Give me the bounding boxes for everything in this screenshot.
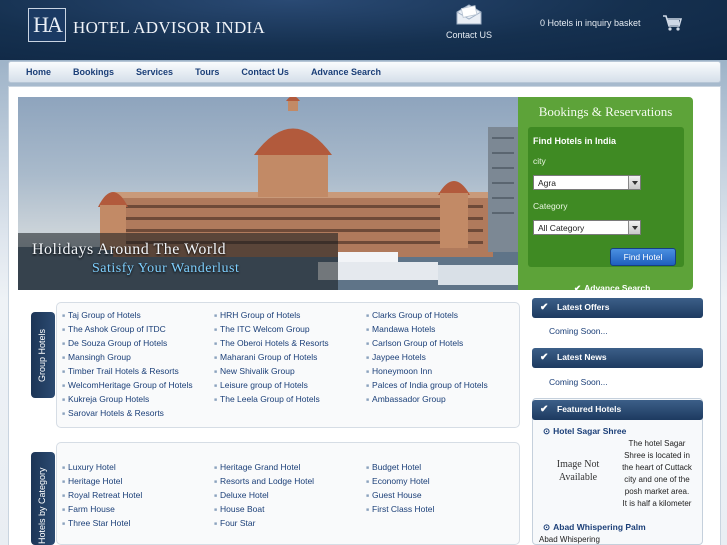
group-link[interactable]: Carlson Group of Hotels: [366, 338, 463, 348]
latest-offers-header[interactable]: ✔ Latest Offers: [532, 298, 703, 318]
booking-title: Bookings & Reservations: [538, 104, 673, 119]
category-select[interactable]: All Category: [533, 220, 641, 235]
check-icon: ✔: [540, 302, 549, 313]
check-icon: ✔: [574, 283, 582, 293]
hero-banner: Holidays Around The World Satisfy Your W…: [18, 97, 518, 290]
find-hotels-heading: Find Hotels in India: [533, 136, 616, 146]
chevron-down-icon: [628, 176, 640, 189]
city-label: city: [533, 156, 546, 166]
group-link[interactable]: Maharani Group of Hotels: [214, 352, 317, 362]
logo[interactable]: HA: [28, 8, 66, 42]
banner-subheadline: Satisfy Your Wanderlust: [92, 261, 240, 276]
brand-name[interactable]: HOTEL ADVISOR INDIA: [73, 18, 265, 38]
group-link[interactable]: Mandawa Hotels: [366, 324, 435, 334]
advance-search-label: Advance Search: [584, 283, 651, 293]
group-link[interactable]: WelcomHeritage Group of Hotels: [62, 380, 193, 390]
group-link[interactable]: Palces of India group of Hotels: [366, 380, 488, 390]
category-select-value: All Category: [538, 223, 585, 233]
category-link[interactable]: Luxury Hotel: [62, 462, 116, 472]
contact-us-label: Contact US: [445, 30, 493, 40]
group-link[interactable]: New Shivalik Group: [214, 366, 295, 376]
hotel-description: Abad Whispering: [539, 535, 600, 544]
site-header: HA HOTEL ADVISOR INDIA Contact US 0 Hote…: [0, 0, 727, 60]
group-link[interactable]: Timber Trail Hotels & Resorts: [62, 366, 179, 376]
group-link[interactable]: Sarovar Hotels & Resorts: [62, 408, 164, 418]
chevron-down-icon: [628, 221, 640, 234]
group-link[interactable]: De Souza Group of Hotels: [62, 338, 167, 348]
group-link[interactable]: Honeymoon Inn: [366, 366, 432, 376]
group-link[interactable]: Kukreja Group Hotels: [62, 394, 149, 404]
advance-search-link[interactable]: ✔ Advance Search: [574, 283, 650, 294]
offers-text: Coming Soon...: [549, 326, 608, 336]
news-text: Coming Soon...: [549, 377, 608, 387]
nav-home[interactable]: Home: [26, 67, 51, 77]
category-hotels-tab: Hotels by Category: [31, 452, 55, 545]
group-link[interactable]: Ambassador Group: [366, 394, 446, 404]
group-link[interactable]: The Oberoi Hotels & Resorts: [214, 338, 329, 348]
featured-hotel-link[interactable]: Hotel Sagar Shree: [543, 426, 626, 437]
cart-icon[interactable]: [662, 14, 682, 32]
nav-services[interactable]: Services: [136, 67, 173, 77]
find-hotel-button[interactable]: Find Hotel: [610, 248, 676, 266]
group-link[interactable]: Taj Group of Hotels: [62, 310, 141, 320]
category-link[interactable]: Four Star: [214, 518, 255, 528]
contact-us-link[interactable]: Contact US: [440, 4, 498, 40]
category-link[interactable]: Deluxe Hotel: [214, 490, 269, 500]
nav-advance-search[interactable]: Advance Search: [311, 67, 381, 77]
group-link[interactable]: Leisure group of Hotels: [214, 380, 308, 390]
hotel-description: The hotel Sagar Shree is located in the …: [622, 439, 692, 508]
category-link[interactable]: Guest House: [366, 490, 422, 500]
category-link[interactable]: Resorts and Lodge Hotel: [214, 476, 314, 486]
category-link[interactable]: House Boat: [214, 504, 264, 514]
category-link[interactable]: Royal Retreat Hotel: [62, 490, 142, 500]
banner-headline: Holidays Around The World: [32, 241, 227, 258]
group-link[interactable]: Clarks Group of Hotels: [366, 310, 458, 320]
latest-news-title: Latest News: [557, 352, 607, 362]
booking-form-area: [528, 127, 684, 267]
category-link[interactable]: First Class Hotel: [366, 504, 434, 514]
latest-offers-title: Latest Offers: [557, 302, 610, 312]
group-link[interactable]: Mansingh Group: [62, 352, 131, 362]
check-icon: ✔: [540, 352, 549, 363]
category-link[interactable]: Three Star Hotel: [62, 518, 130, 528]
group-link[interactable]: The Leela Group of Hotels: [214, 394, 320, 404]
hotel-image-placeholder: Image Not Available: [556, 459, 600, 483]
featured-hotel-link[interactable]: Abad Whispering Palm: [543, 522, 646, 533]
nav-contact-us[interactable]: Contact Us: [241, 67, 289, 77]
group-link[interactable]: The Ashok Group of ITDC: [62, 324, 166, 334]
envelope-icon: [456, 4, 482, 25]
group-hotels-tab-label: Group Hotels: [37, 328, 47, 382]
featured-hotels-header: ✔ Featured Hotels: [532, 400, 703, 420]
category-link[interactable]: Heritage Hotel: [62, 476, 122, 486]
category-link[interactable]: Heritage Grand Hotel: [214, 462, 300, 472]
group-hotels-tab: Group Hotels: [31, 312, 55, 398]
category-link[interactable]: Budget Hotel: [366, 462, 421, 472]
city-select[interactable]: Agra: [533, 175, 641, 190]
category-label: Category: [533, 201, 568, 211]
group-link[interactable]: The ITC Welcom Group: [214, 324, 310, 334]
inquiry-basket-text[interactable]: 0 Hotels in inquiry basket: [540, 18, 641, 28]
main-nav: Home Bookings Services Tours Contact Us …: [8, 61, 721, 83]
latest-news-header[interactable]: ✔ Latest News: [532, 348, 703, 368]
check-icon: ✔: [540, 404, 549, 415]
featured-hotels-title: Featured Hotels: [557, 404, 622, 414]
city-select-value: Agra: [538, 178, 556, 188]
group-link[interactable]: HRH Group of Hotels: [214, 310, 300, 320]
category-link[interactable]: Farm House: [62, 504, 115, 514]
category-link[interactable]: Economy Hotel: [366, 476, 430, 486]
group-link[interactable]: Jaypee Hotels: [366, 352, 426, 362]
nav-bookings[interactable]: Bookings: [73, 67, 114, 77]
category-hotels-tab-label: Hotels by Category: [37, 467, 47, 544]
nav-tours[interactable]: Tours: [195, 67, 219, 77]
